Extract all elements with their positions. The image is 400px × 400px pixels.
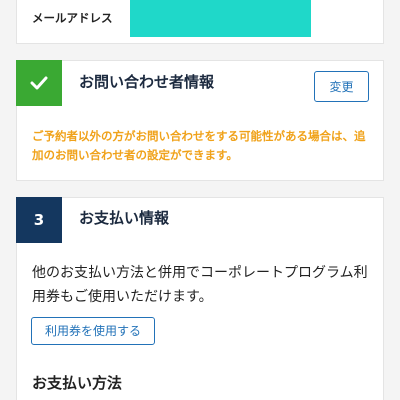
contact-info-card: お問い合わせ者情報 変更 ご予約者以外の方がお問い合わせをする可能性がある場合は…	[16, 60, 384, 181]
completed-step-badge	[16, 60, 62, 106]
contact-info-title: お問い合わせ者情報	[79, 73, 215, 91]
contact-notice: ご予約者以外の方がお問い合わせをする可能性がある場合は、追加のお問い合わせ者の設…	[32, 129, 366, 162]
booking-form-page: { "email_card": { "label": "メールアドレス" }, …	[0, 0, 400, 400]
change-button[interactable]: 変更	[314, 71, 369, 102]
email-card: メールアドレス	[16, 0, 384, 44]
use-voucher-button[interactable]: 利用券を使用する	[31, 317, 155, 345]
payment-description: 他のお支払い方法と併用でコーポレートプログラム利用券もご使用いただけます。	[32, 265, 368, 305]
redacted-email-value	[130, 0, 311, 37]
payment-info-title: お支払い情報	[79, 209, 170, 227]
payment-method-heading: お支払い方法	[32, 374, 123, 392]
email-label: メールアドレス	[32, 11, 113, 25]
step-number-badge: 3	[16, 197, 62, 243]
payment-info-card: 3 お支払い情報 他のお支払い方法と併用でコーポレートプログラム利用券もご使用い…	[16, 197, 384, 400]
check-icon	[30, 76, 48, 90]
